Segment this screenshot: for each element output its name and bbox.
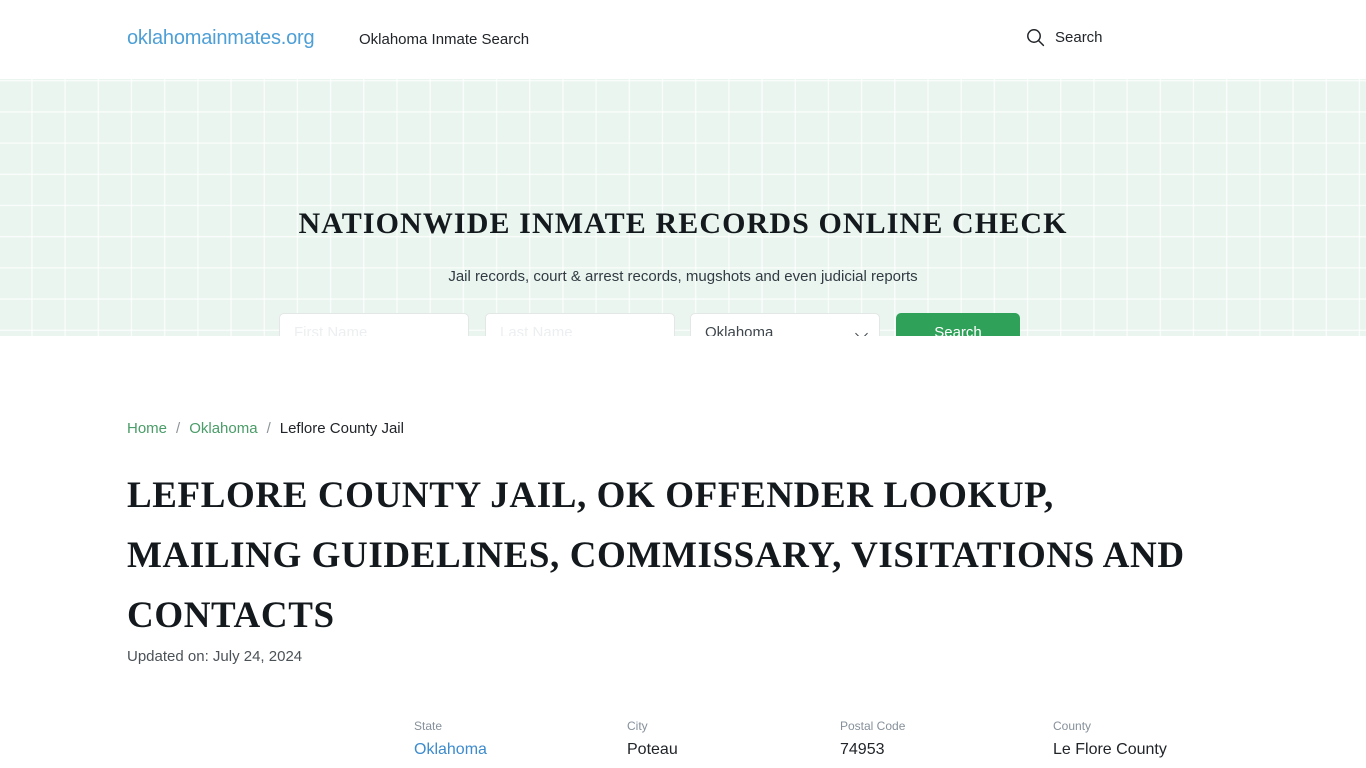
search-submit-button[interactable]: Search <box>896 313 1020 336</box>
page-title: Leflore County Jail, OK Offender Lookup,… <box>127 475 1185 636</box>
header-search-label: Search <box>1055 29 1103 46</box>
breadcrumb-separator: / <box>176 420 181 437</box>
inmate-search-form: Oklahoma Search <box>279 313 1087 336</box>
fact-value: Le Flore County <box>1053 741 1167 758</box>
hero-title: NATIONWIDE INMATE RECORDS ONLINE CHECK <box>298 207 1068 240</box>
fact-value-link-state[interactable]: Oklahoma <box>414 741 487 758</box>
fact-value: 74953 <box>840 741 885 758</box>
fact-label: Postal Code <box>840 719 906 733</box>
fact-value: Poteau <box>627 741 678 758</box>
fact-label: City <box>627 719 648 733</box>
fact-postal-code: Postal Code 74953 <box>840 718 905 762</box>
first-name-input[interactable] <box>279 313 469 336</box>
fact-label: County <box>1053 719 1092 733</box>
breadcrumb-item-oklahoma[interactable]: Oklahoma <box>189 420 257 437</box>
search-icon <box>1026 28 1045 47</box>
breadcrumb-separator: / <box>266 420 271 437</box>
breadcrumb-item-home[interactable]: Home <box>127 420 167 437</box>
fact-value: Oklahoma <box>414 738 487 762</box>
site-header: oklahomainmates.org Oklahoma Inmate Sear… <box>0 0 1366 79</box>
hero-banner: NATIONWIDE INMATE RECORDS ONLINE CHECK J… <box>0 79 1366 336</box>
fact-state: State Oklahoma <box>414 718 487 762</box>
breadcrumb: Home / Oklahoma / Leflore County Jail <box>127 420 404 437</box>
hero-subtitle: Jail records, court & arrest records, mu… <box>448 268 918 285</box>
site-logo[interactable]: oklahomainmates.org <box>127 27 315 50</box>
facility-facts: State Oklahoma City Poteau Postal Code 7… <box>0 718 1366 768</box>
fact-city: City Poteau <box>627 718 678 762</box>
last-name-input[interactable] <box>485 313 675 336</box>
fact-label: State <box>414 719 443 733</box>
breadcrumb-item-current: Leflore County Jail <box>279 420 404 437</box>
fact-county: County Le Flore County <box>1053 718 1167 762</box>
header-search-toggle[interactable]: Search <box>1026 28 1103 47</box>
state-select[interactable]: Oklahoma <box>690 313 880 336</box>
last-updated-text: Updated on: July 24, 2024 <box>127 648 303 665</box>
nav-item-oklahoma-inmate-search[interactable]: Oklahoma Inmate Search <box>359 31 529 48</box>
